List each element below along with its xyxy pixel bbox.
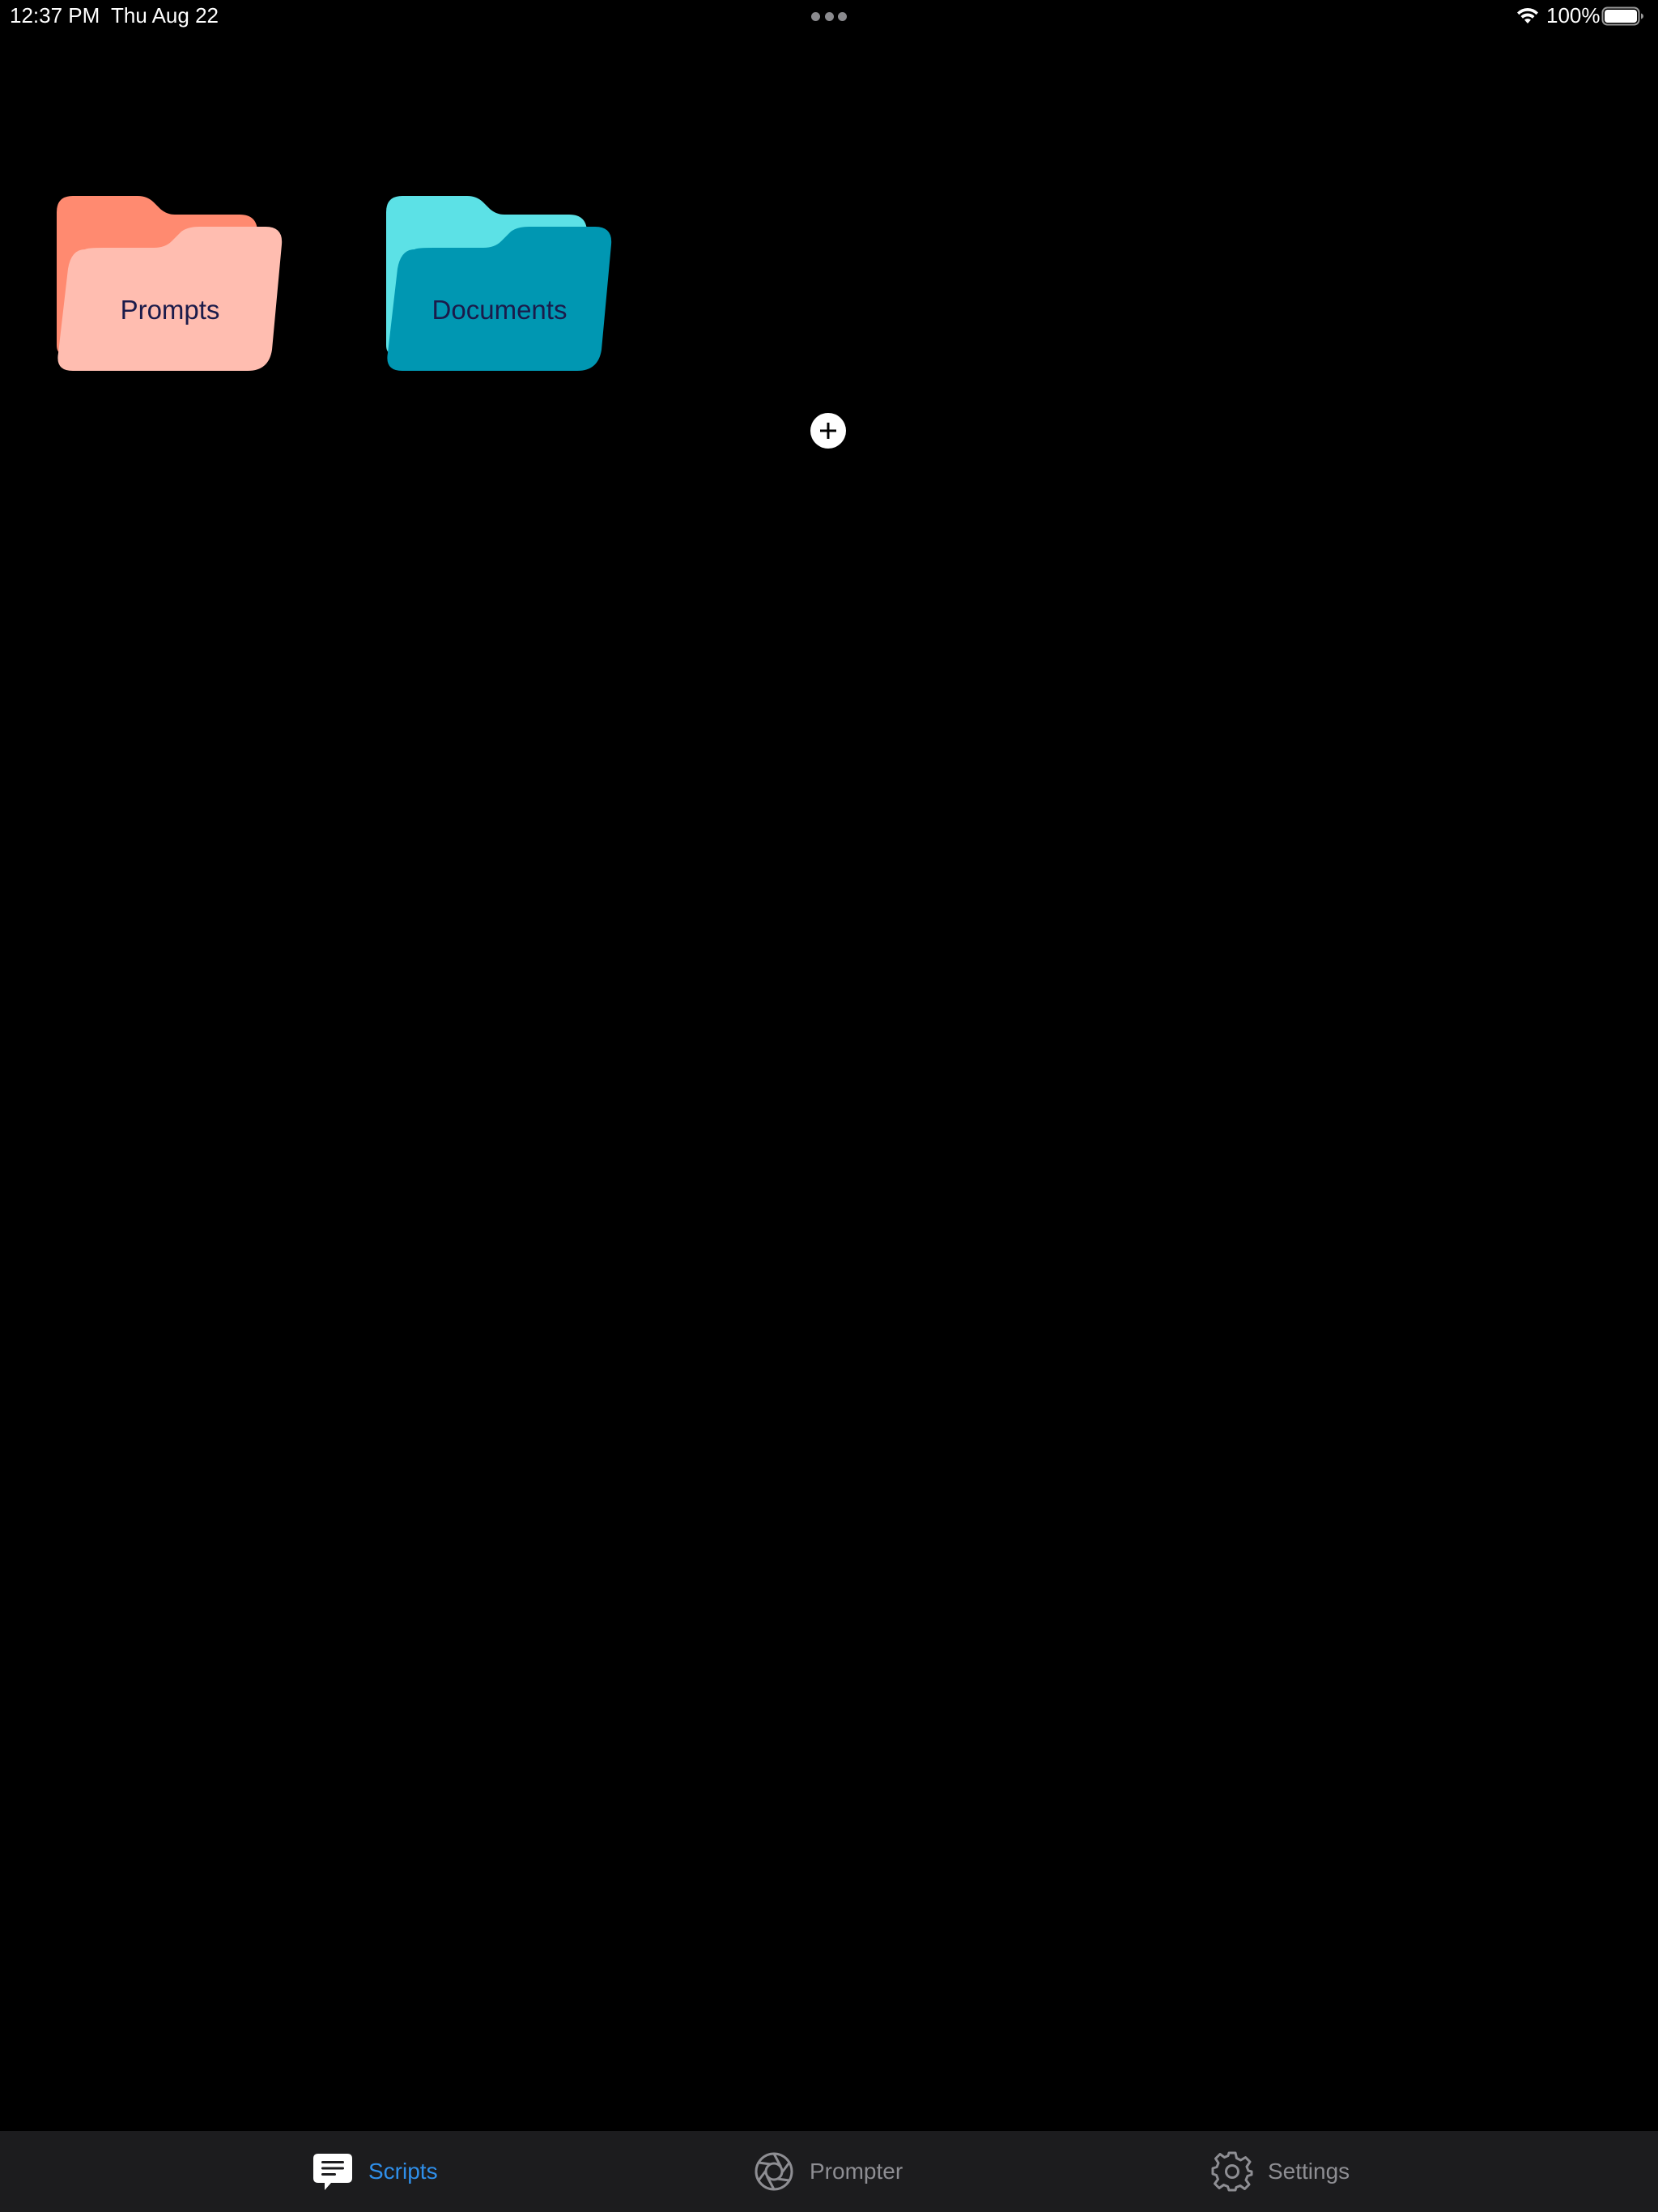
tab-scripts[interactable]: Scripts bbox=[312, 2131, 438, 2212]
battery-percentage: 100% bbox=[1546, 3, 1601, 28]
status-date: Thu Aug 22 bbox=[111, 3, 219, 28]
tab-bar: Scripts Prompter Settings bbox=[0, 2131, 1658, 2212]
battery-icon bbox=[1601, 6, 1643, 26]
folder-label: Prompts bbox=[120, 295, 220, 325]
folder-documents[interactable]: Documents bbox=[386, 194, 613, 371]
gear-icon bbox=[1211, 2151, 1253, 2192]
tab-settings[interactable]: Settings bbox=[1211, 2131, 1350, 2212]
folder-prompts[interactable]: Prompts bbox=[57, 194, 283, 371]
folder-icon bbox=[57, 196, 283, 371]
tab-prompter[interactable]: Prompter bbox=[753, 2131, 903, 2212]
add-folder-button[interactable] bbox=[810, 413, 846, 449]
folder-label: Documents bbox=[432, 295, 568, 325]
multitasking-dots-icon[interactable] bbox=[811, 12, 847, 22]
tab-label: Prompter bbox=[810, 2159, 903, 2184]
tab-label: Scripts bbox=[368, 2159, 438, 2184]
plus-circle-icon bbox=[820, 423, 836, 439]
tab-label: Settings bbox=[1268, 2159, 1350, 2184]
home-screen: 12:37 PM Thu Aug 22 100% Prompts Documen… bbox=[0, 0, 1658, 2212]
status-bar: 12:37 PM Thu Aug 22 100% bbox=[0, 0, 1658, 32]
aperture-icon bbox=[755, 2152, 793, 2191]
folder-icon bbox=[386, 196, 612, 371]
wifi-icon bbox=[1517, 7, 1538, 23]
status-time: 12:37 PM bbox=[10, 3, 100, 28]
message-lines-icon bbox=[313, 2154, 352, 2190]
